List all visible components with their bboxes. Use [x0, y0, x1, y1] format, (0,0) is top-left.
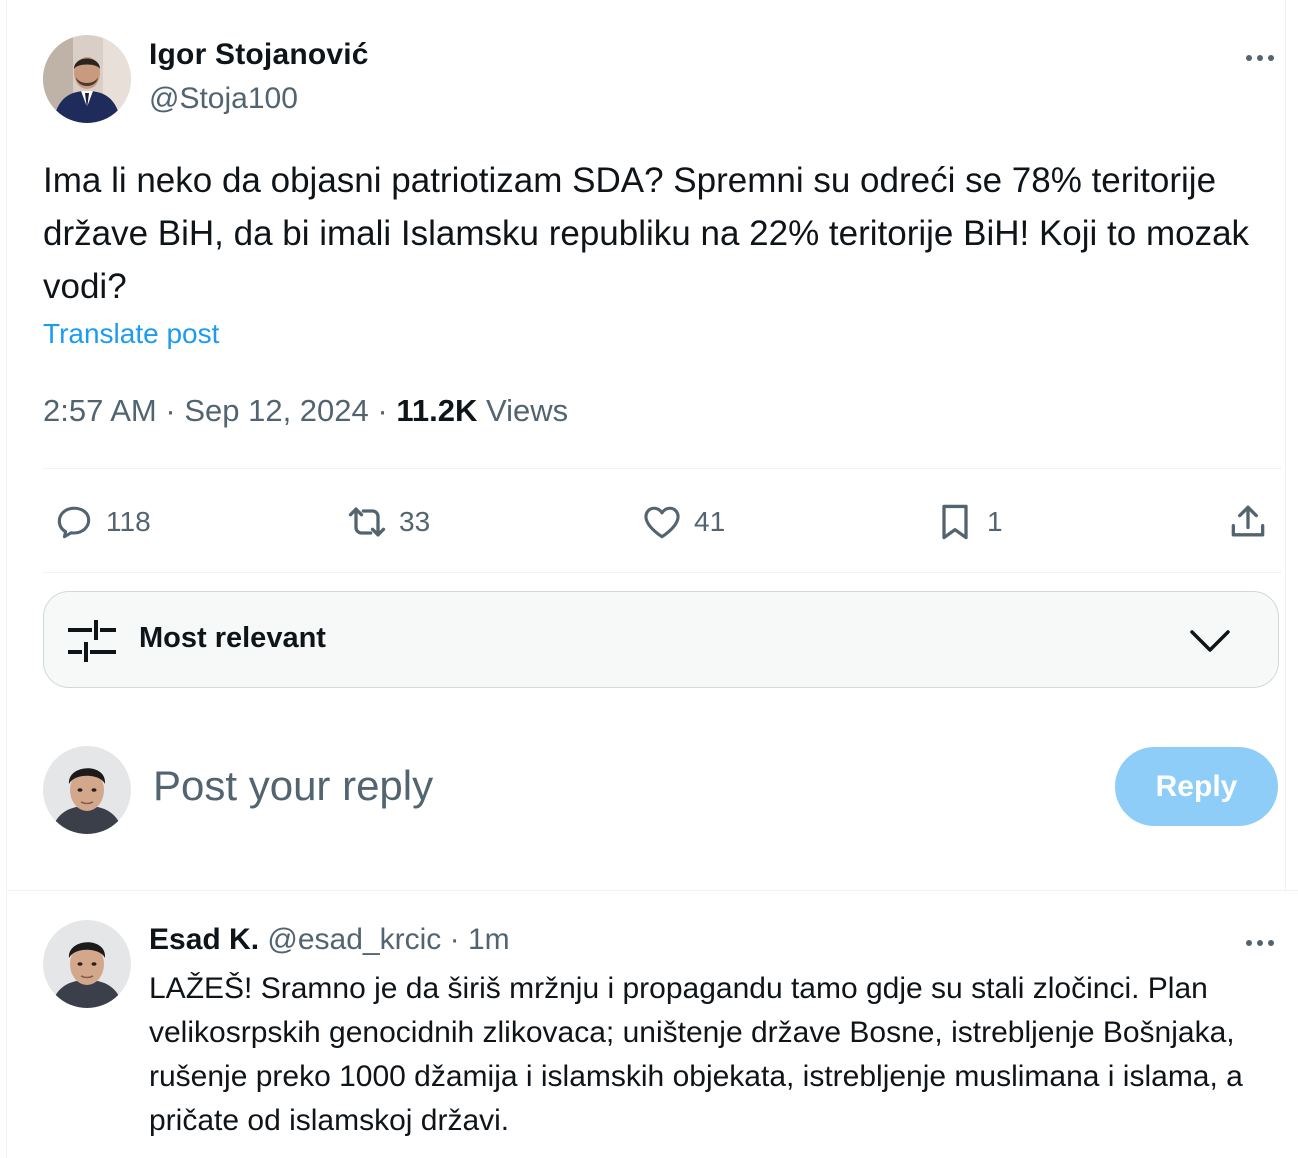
views-count: 11.2K [396, 393, 478, 428]
repost-icon [348, 507, 386, 537]
repost-count: 33 [399, 506, 431, 537]
ellipsis-icon [1240, 40, 1280, 76]
right-border [1285, 0, 1286, 890]
share-icon [1231, 505, 1265, 537]
meta-separator: · [377, 393, 388, 428]
reply-author-avatar[interactable] [43, 920, 131, 1008]
reply-more-options-button[interactable] [1240, 925, 1280, 961]
author-photo [43, 35, 131, 123]
like-action-button[interactable]: 41 [640, 496, 725, 548]
bookmark-count: 1 [987, 506, 1003, 537]
reply-header: Esad K. @esad_krcic · 1m [149, 923, 510, 957]
reply-input[interactable] [153, 758, 1053, 814]
sort-replies-dropdown[interactable]: Most relevant [43, 591, 1279, 688]
current-user-photo [43, 746, 131, 834]
current-user-avatar[interactable] [43, 746, 131, 834]
ellipsis-icon [1240, 925, 1280, 961]
bookmark-action-button[interactable]: 1 [933, 496, 1003, 548]
share-action-button[interactable] [1226, 496, 1270, 548]
post-time[interactable]: 2:57 AM [43, 393, 157, 428]
bookmark-icon [942, 504, 968, 540]
repost-action-button[interactable]: 33 [345, 496, 430, 548]
filter-sliders-icon [68, 620, 116, 662]
author-name[interactable]: Igor Stojanović [149, 38, 369, 72]
reply-time[interactable]: 1m [468, 923, 510, 956]
reply-author-handle[interactable]: @esad_krcic [267, 923, 441, 956]
thread-divider [6, 890, 1298, 891]
translate-post-link[interactable]: Translate post [43, 318, 219, 350]
like-icon [644, 506, 680, 539]
reply-button[interactable]: Reply [1115, 747, 1278, 826]
reply-text: LAŽEŠ! Sramno je da širiš mržnju i propa… [149, 972, 1243, 1137]
more-options-button[interactable] [1240, 40, 1280, 76]
sort-label: Most relevant [139, 622, 326, 654]
chevron-down-icon [1190, 630, 1230, 652]
post-text: Ima li neko da objasni patriotizam SDA? … [43, 161, 1250, 306]
reply-icon [57, 506, 91, 539]
meta-separator: · [165, 393, 176, 428]
divider [43, 572, 1282, 573]
like-count: 41 [694, 506, 726, 537]
reply-author-name[interactable]: Esad K. [149, 923, 259, 956]
reply-action-button[interactable]: 118 [52, 496, 151, 548]
author-avatar[interactable] [43, 35, 131, 123]
post-metadata: 2:57 AM · Sep 12, 2024 · 11.2K Views [43, 393, 568, 429]
left-border [6, 0, 7, 1158]
divider [43, 468, 1282, 469]
reply-author-photo [43, 920, 131, 1008]
reply-count: 118 [106, 506, 151, 537]
post-date[interactable]: Sep 12, 2024 [184, 393, 368, 428]
views-label: Views [486, 393, 569, 428]
author-handle[interactable]: @Stoja100 [149, 82, 298, 116]
reply-separator: · [449, 923, 460, 956]
